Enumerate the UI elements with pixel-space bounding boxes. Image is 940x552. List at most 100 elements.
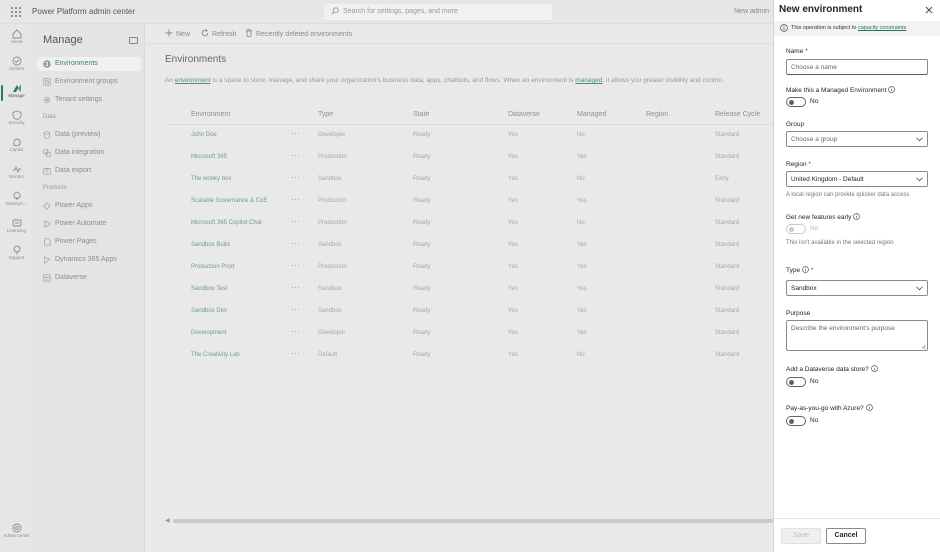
nav-item-dynamics-365-apps[interactable]: Dynamics 365 Apps bbox=[37, 253, 141, 267]
more-actions-icon[interactable]: ··· bbox=[291, 239, 301, 248]
desc-text: , it allows you greater visibility and c… bbox=[602, 77, 724, 84]
search-box[interactable]: Search for settings, pages, and more bbox=[324, 4, 552, 20]
environment-name-link[interactable]: Sandbox Test bbox=[191, 286, 227, 292]
app-title[interactable]: Power Platform admin center bbox=[32, 7, 135, 16]
table-row[interactable]: Sandbox Build Sandbox Ready Yes Yes Standard ·… bbox=[165, 236, 773, 258]
environment-name-link[interactable]: Production Prod bbox=[191, 264, 234, 270]
table-row[interactable]: Sandbox Dev Sandbox Ready Yes Yes Standard ··· bbox=[165, 302, 773, 324]
table-row[interactable]: Development Developer Ready Yes Yes Standard ·… bbox=[165, 324, 773, 346]
refresh-button[interactable]: Refresh bbox=[201, 29, 237, 38]
more-actions-icon[interactable]: ··· bbox=[291, 349, 301, 358]
table-row[interactable]: Microsoft 365 Production Ready Yes Yes Standa… bbox=[165, 148, 773, 170]
rail-item-monitor[interactable]: Monitor bbox=[0, 164, 33, 180]
rail-item-deployment[interactable]: Deploym... bbox=[0, 191, 33, 207]
rail-item-copilot[interactable]: Copilot bbox=[0, 137, 33, 153]
column-header-environment[interactable]: Environment bbox=[191, 111, 230, 118]
rail-item-support[interactable]: Support bbox=[0, 245, 33, 261]
rail-item-admin-center[interactable]: Admin center bbox=[0, 523, 33, 539]
table-cell: Ready bbox=[413, 330, 431, 336]
more-actions-icon[interactable]: ··· bbox=[291, 261, 301, 270]
info-icon[interactable] bbox=[888, 86, 896, 93]
table-cell: Sandbox bbox=[318, 286, 342, 292]
table-row[interactable]: John Doe Developer Ready Yes No Standard ··· bbox=[165, 126, 773, 148]
cancel-button[interactable]: Cancel bbox=[826, 528, 866, 544]
nav-item-data-integration[interactable]: Data integration bbox=[37, 146, 141, 160]
nav-item-power-pages[interactable]: Power Pages bbox=[37, 235, 141, 249]
table-cell: Ready bbox=[413, 220, 431, 226]
column-header-type[interactable]: Type bbox=[318, 111, 333, 118]
environment-name-link[interactable]: Development bbox=[191, 330, 226, 336]
info-icon[interactable] bbox=[865, 404, 873, 411]
table-row[interactable]: The Creativity Lab Default Ready Yes No Stand… bbox=[165, 346, 773, 368]
capacity-constraints-link[interactable]: capacity constraints bbox=[858, 25, 906, 31]
environment-name-link[interactable]: Microsoft 365 Copilot Chat bbox=[191, 220, 262, 226]
table-cell: Standard bbox=[715, 198, 740, 204]
scroll-left-arrow-icon[interactable]: ◀ bbox=[165, 517, 170, 524]
topbar-new-admin-link[interactable]: New admin bbox=[734, 8, 769, 15]
early-features-toggle[interactable] bbox=[786, 224, 806, 234]
table-row[interactable]: Microsoft 365 Copilot Chat Production Read… bbox=[165, 214, 773, 236]
nav-item-data-preview[interactable]: Data (preview) bbox=[37, 128, 141, 142]
environment-name-link[interactable]: Scalable Governance & CoE bbox=[191, 198, 267, 204]
table-row[interactable]: Scalable Governance & CoE Production Ready… bbox=[165, 192, 773, 214]
more-actions-icon[interactable]: ··· bbox=[291, 173, 301, 182]
managed-environment-toggle[interactable] bbox=[786, 97, 806, 107]
more-actions-icon[interactable]: ··· bbox=[291, 195, 301, 204]
info-icon[interactable] bbox=[853, 213, 861, 220]
nav-item-tenant-settings[interactable]: Tenant settings bbox=[37, 93, 141, 107]
environment-name-link[interactable]: The Creativity Lab bbox=[191, 352, 240, 358]
app-launcher-icon[interactable] bbox=[11, 7, 21, 17]
environment-name-link[interactable]: Sandbox Build bbox=[191, 242, 230, 248]
rail-item-actions[interactable]: Actions bbox=[0, 56, 33, 72]
more-actions-icon[interactable]: ··· bbox=[291, 151, 301, 160]
horizontal-scrollbar[interactable] bbox=[173, 519, 773, 523]
environment-link[interactable]: environment bbox=[175, 77, 211, 84]
info-icon[interactable] bbox=[802, 266, 809, 273]
type-dropdown[interactable]: Sandbox bbox=[786, 280, 928, 296]
more-actions-icon[interactable]: ··· bbox=[291, 305, 301, 314]
more-actions-icon[interactable]: ··· bbox=[291, 217, 301, 226]
info-icon[interactable] bbox=[870, 365, 878, 372]
rail-item-manage[interactable]: Manage bbox=[0, 83, 33, 99]
new-button[interactable]: New bbox=[165, 29, 190, 38]
nav-item-data-export[interactable]: Data export bbox=[37, 164, 141, 178]
resize-handle-icon[interactable] bbox=[921, 344, 926, 349]
more-actions-icon[interactable]: ··· bbox=[291, 327, 301, 336]
save-button[interactable]: Save bbox=[781, 528, 821, 544]
collapse-nav-icon[interactable] bbox=[129, 37, 138, 44]
close-icon[interactable] bbox=[925, 6, 933, 14]
table-row[interactable]: Sandbox Test Sandbox Ready Yes Yes Standard ··… bbox=[165, 280, 773, 302]
environment-name-link[interactable]: The wonky box bbox=[191, 176, 231, 182]
environment-name-link[interactable]: John Doe bbox=[191, 132, 217, 138]
nav-item-dataverse[interactable]: Dataverse bbox=[37, 271, 141, 285]
managed-toggle-value: No bbox=[810, 98, 819, 105]
more-actions-icon[interactable]: ··· bbox=[291, 129, 301, 138]
more-actions-icon[interactable]: ··· bbox=[291, 283, 301, 292]
region-value: United Kingdom - Default bbox=[791, 176, 864, 183]
purpose-textarea[interactable]: Describe the environment's purpose bbox=[786, 320, 928, 351]
dataverse-toggle[interactable] bbox=[786, 377, 806, 387]
table-row[interactable]: The wonky box Sandbox Ready Yes No Early ··· bbox=[165, 170, 773, 192]
column-header-state[interactable]: State bbox=[413, 111, 429, 118]
rail-item-home[interactable]: Home bbox=[0, 29, 33, 45]
rail-item-licensing[interactable]: Licensing bbox=[0, 218, 33, 234]
name-input[interactable]: Choose a name bbox=[786, 59, 928, 75]
nav-item-environments[interactable]: Environments bbox=[37, 57, 141, 71]
table-row[interactable]: Production Prod Production Ready Yes Yes Stan… bbox=[165, 258, 773, 280]
column-header-managed[interactable]: Managed bbox=[577, 111, 606, 118]
payg-toggle[interactable] bbox=[786, 416, 806, 426]
nav-item-power-automate[interactable]: Power Automate bbox=[37, 217, 141, 231]
nav-item-power-apps[interactable]: Power Apps bbox=[37, 199, 141, 213]
environment-name-link[interactable]: Microsoft 365 bbox=[191, 154, 227, 160]
column-header-dataverse[interactable]: Dataverse bbox=[508, 111, 540, 118]
rail-item-security[interactable]: Security bbox=[0, 110, 33, 126]
region-dropdown[interactable]: United Kingdom - Default bbox=[786, 171, 928, 187]
recently-deleted-button[interactable]: Recently deleted environments bbox=[245, 29, 352, 38]
column-header-region[interactable]: Region bbox=[646, 111, 668, 118]
column-header-release-cycle[interactable]: Release Cycle bbox=[715, 111, 760, 118]
nav-item-environment-groups[interactable]: Environment groups bbox=[37, 75, 141, 89]
table-cell: Yes bbox=[508, 308, 518, 314]
group-dropdown[interactable]: Choose a group bbox=[786, 131, 928, 147]
managed-link[interactable]: managed bbox=[575, 77, 602, 84]
environment-name-link[interactable]: Sandbox Dev bbox=[191, 308, 227, 314]
